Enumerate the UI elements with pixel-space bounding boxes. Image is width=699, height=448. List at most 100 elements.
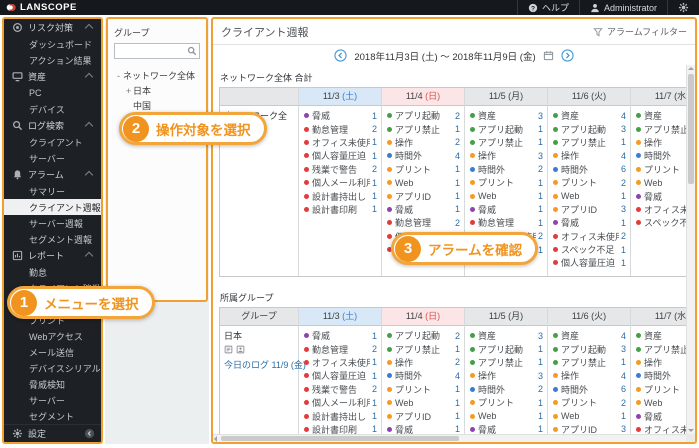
horizontal-scrollbar[interactable] [213,434,686,442]
sidebar-item-セグメント週報[interactable]: セグメント週報 [4,231,101,247]
alarm-item[interactable]: アプリ禁止1 [382,342,464,355]
sidebar-item-アラーム[interactable]: アラーム [4,166,101,183]
alarm-item[interactable]: 勤怠管理2 [299,122,381,135]
alarm-item[interactable]: 資産3 [465,329,547,342]
report-icon[interactable] [224,345,233,356]
alarm-item[interactable]: 時間外 [631,369,686,382]
alarm-item[interactable]: 操作 [631,136,686,149]
alarm-item[interactable]: 時間外2 [465,163,547,176]
sidebar-item-PC[interactable]: PC [4,85,101,101]
expand-icon[interactable]: + [124,86,133,96]
alarm-item[interactable]: 操作2 [382,356,464,369]
day-header[interactable]: 11/5 (月) [465,88,547,106]
alarm-item[interactable]: 操作 [631,356,686,369]
sidebar-item-ログ検索[interactable]: ログ検索 [4,117,101,134]
alarm-item[interactable]: 設計書印刷1 [299,423,381,434]
settings-menu-button[interactable] [667,0,699,15]
alarm-item[interactable]: 脅威1 [548,216,630,229]
alarm-item[interactable]: 操作3 [465,369,547,382]
alarm-item[interactable]: 脅威1 [382,203,464,216]
alarm-item[interactable]: アプリID1 [382,189,464,202]
alarm-item[interactable]: Web1 [465,189,547,202]
day-header[interactable]: 11/3 (土) [299,88,381,106]
day-header[interactable]: 11/5 (月) [465,308,547,326]
alarm-item[interactable]: 脅威1 [465,423,547,434]
alarm-item[interactable]: 資産4 [548,109,630,122]
alarm-item[interactable]: 設計書持出し1 [299,189,381,202]
alarm-item[interactable]: アプリID3 [548,203,630,216]
alarm-item[interactable]: プリント1 [465,176,547,189]
alarm-item[interactable]: Web1 [548,409,630,422]
sidebar-item-リスク対策[interactable]: リスク対策 [4,19,101,36]
sidebar-item-サマリー[interactable]: サマリー [4,183,101,199]
alarm-item[interactable]: 時間外4 [382,149,464,162]
alarm-item[interactable]: 脅威1 [299,329,381,342]
alarm-item[interactable]: 個人メール利用1 [299,396,381,409]
alarm-item[interactable]: 個人容量圧迫1 [299,369,381,382]
calendar-icon[interactable] [543,50,554,61]
sidebar-item-settings[interactable]: 設定 [4,424,101,442]
alarm-item[interactable]: プリント1 [382,383,464,396]
sidebar-item-ダッシュボード[interactable]: ダッシュボード [4,36,101,52]
sidebar-item-サーバー[interactable]: サーバー [4,150,101,166]
day-header[interactable]: 11/4 (日) [382,308,464,326]
alarm-item[interactable]: プリント1 [382,163,464,176]
alarm-item[interactable]: 操作4 [548,369,630,382]
alarm-item[interactable]: 脅威 [631,409,686,422]
alarm-item[interactable]: 残業で警告2 [299,383,381,396]
sidebar-item-脅威検知[interactable]: 脅威検知 [4,376,101,392]
alarm-item[interactable]: アプリ起動1 [465,342,547,355]
sidebar-item-資産[interactable]: 資産 [4,68,101,85]
sidebar-item-デバイス[interactable]: デバイス [4,101,101,117]
alarm-item[interactable]: 脅威 [631,189,686,202]
alarm-item[interactable]: Web1 [382,176,464,189]
alarm-item[interactable]: アプリ禁止1 [465,356,547,369]
alarm-item[interactable]: プリント [631,163,686,176]
alarm-item[interactable]: 操作4 [548,149,630,162]
alarm-item[interactable]: オフィス未使用1 [299,356,381,369]
alarm-item[interactable]: アプリ起動1 [465,122,547,135]
alarm-item[interactable]: スペック不足 [631,216,686,229]
sidebar-item-レポート[interactable]: レポート [4,247,101,264]
alarm-item[interactable]: 時間外6 [548,163,630,176]
alarm-item[interactable]: Web [631,176,686,189]
alarm-item[interactable]: アプリ起動3 [548,122,630,135]
alarm-item[interactable]: 勤怠管理1 [465,216,547,229]
alarm-item[interactable]: 時間外 [631,149,686,162]
alarm-filter-button[interactable]: アラームフィルター [593,25,687,38]
user-menu[interactable]: Administrator [579,0,667,15]
alarm-item[interactable]: プリント1 [465,396,547,409]
tree-node-中国[interactable]: 中国 [114,98,200,113]
day-header[interactable]: 11/6 (火) [548,308,630,326]
alarm-item[interactable]: アプリ禁止1 [465,136,547,149]
alarm-item[interactable]: Web1 [382,396,464,409]
alarm-item[interactable]: アプリ禁止 [631,122,686,135]
alarm-item[interactable]: 脅威1 [382,423,464,434]
alarm-item[interactable]: アプリID3 [548,423,630,434]
alarm-item[interactable]: アプリ禁止1 [382,122,464,135]
alarm-item[interactable]: 勤怠管理2 [299,342,381,355]
alarm-item[interactable]: アプリ禁止1 [548,136,630,149]
alarm-item[interactable]: Web [631,396,686,409]
alarm-item[interactable]: 設計書持出し1 [299,409,381,422]
sidebar-item-サーバー[interactable]: サーバー [4,392,101,408]
alarm-item[interactable]: プリント [631,383,686,396]
alarm-item[interactable]: アプリ禁止1 [548,356,630,369]
sidebar-item-サーバー週報[interactable]: サーバー週報 [4,215,101,231]
alarm-item[interactable]: 脅威1 [299,109,381,122]
alarm-item[interactable]: 設計書印刷1 [299,203,381,216]
next-week-button[interactable] [561,49,574,62]
alarm-item[interactable]: 脅威1 [465,203,547,216]
alarm-item[interactable]: プリント2 [548,396,630,409]
alarm-item[interactable]: 操作3 [465,149,547,162]
sidebar-item-Webアクセス[interactable]: Webアクセス [4,328,101,344]
day-header[interactable]: 11/6 (火) [548,88,630,106]
alarm-item[interactable]: アプリ起動2 [382,329,464,342]
alarm-item[interactable]: Web1 [548,189,630,202]
alarm-item[interactable]: スペック不足1 [548,243,630,256]
alarm-item[interactable]: 個人容量圧迫1 [299,149,381,162]
tree-node-日本[interactable]: +日本 [114,83,200,98]
alarm-item[interactable]: アプリ起動3 [548,342,630,355]
day-header[interactable]: 11/3 (土) [299,308,381,326]
alarm-item[interactable]: オフィス未使用1 [299,136,381,149]
